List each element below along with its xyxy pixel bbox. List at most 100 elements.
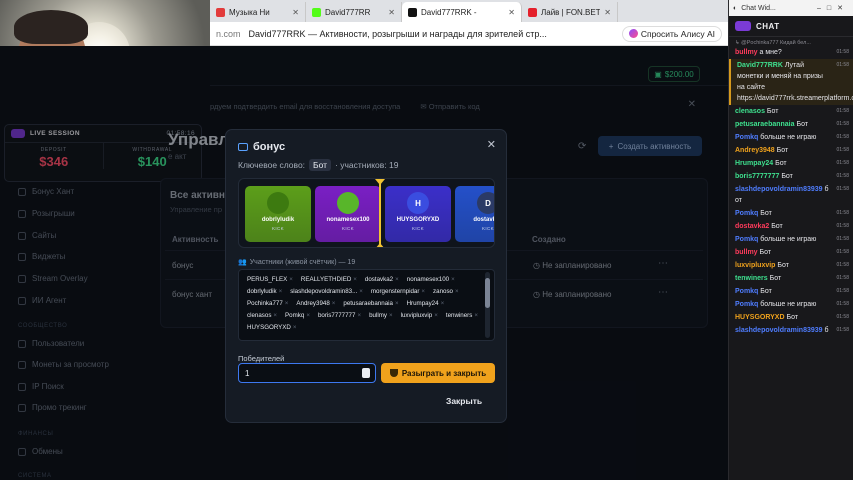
reel-card: dobrlyludik KICK	[245, 186, 311, 242]
participant-chip[interactable]: tenwiners ×	[446, 312, 478, 319]
participant-chip[interactable]: bullmy ×	[369, 312, 393, 319]
chat-username[interactable]: clenasos	[735, 108, 765, 115]
winners-count-input[interactable]: 1	[238, 363, 376, 383]
chat-username[interactable]: Pomkq	[735, 210, 758, 217]
remove-icon[interactable]: ×	[273, 312, 277, 319]
remove-icon[interactable]: ×	[421, 288, 425, 295]
chat-text: а мне?	[759, 49, 782, 56]
chat-username[interactable]: slashdepovoldramin83939	[735, 327, 823, 334]
number-stepper[interactable]	[362, 368, 370, 378]
participant-name: zanoso	[433, 288, 453, 295]
chat-username[interactable]: Hrumpay24	[735, 160, 773, 167]
chat-username[interactable]: Pomkq	[735, 236, 758, 243]
tab-close-icon[interactable]: ✕	[508, 8, 515, 17]
participant-chip[interactable]: petusaraebannaia ×	[343, 300, 398, 307]
browser-tab[interactable]: David777RRK - ✕	[402, 2, 522, 22]
participant-chip[interactable]: dostavka2 ×	[365, 276, 399, 283]
chat-username[interactable]: Andrey3948	[735, 147, 775, 154]
remove-icon[interactable]: ×	[359, 288, 363, 295]
chat-message: dostavka2 Бот 01:58	[729, 220, 853, 233]
modal-close-icon[interactable]: ✕	[487, 138, 496, 151]
chat-username[interactable]: Pomkq	[735, 134, 758, 141]
participant-chip[interactable]: luxvipluxvip ×	[401, 312, 438, 319]
reel-card-name: dobrlyludik	[261, 217, 295, 223]
chat-time: 01:58	[836, 186, 849, 192]
participant-chip[interactable]: clenasos ×	[247, 312, 277, 319]
chat-username[interactable]: slashdepovoldramin83939	[735, 186, 823, 193]
remove-icon[interactable]: ×	[474, 312, 478, 319]
remove-icon[interactable]: ×	[285, 300, 289, 307]
chat-message: bullmy а мне? 01:58	[729, 46, 853, 59]
participant-name: morgensternpidar	[370, 288, 420, 295]
participant-name: dostavka2	[364, 276, 394, 283]
participant-chip[interactable]: PERUS_FLEX ×	[247, 276, 293, 283]
remove-icon[interactable]: ×	[395, 300, 399, 307]
chat-text: Бот	[760, 288, 772, 295]
participant-chip[interactable]: morgensternpidar ×	[371, 288, 425, 295]
browser-tab[interactable]: Музыка Ни ✕	[210, 2, 306, 22]
participant-chip[interactable]: Hrumpay24 ×	[407, 300, 445, 307]
chat-time: 01:58	[836, 275, 849, 281]
remove-icon[interactable]: ×	[357, 312, 361, 319]
tab-close-icon[interactable]: ✕	[604, 8, 611, 17]
participant-chip[interactable]: slashdepovoldramin83... ×	[290, 288, 363, 295]
reel-pointer-top	[375, 179, 385, 185]
participant-chip[interactable]: boris7777777 ×	[318, 312, 361, 319]
chat-window-icon: ◐	[733, 4, 738, 12]
avatar	[337, 192, 359, 214]
chat-username[interactable]: boris7777777	[735, 173, 779, 180]
remove-icon[interactable]: ×	[389, 312, 393, 319]
chat-username[interactable]: tenwiners	[735, 275, 768, 282]
participants-scrollbar[interactable]	[485, 272, 490, 338]
address-bar[interactable]: n.com David777RRK — Активности, розыгрыш…	[210, 22, 728, 46]
scrollbar-thumb[interactable]	[485, 278, 490, 308]
ticket-icon	[238, 143, 248, 151]
trophy-icon	[389, 369, 398, 377]
tab-close-icon[interactable]: ✕	[388, 8, 395, 17]
chat-username[interactable]: dostavka2	[735, 223, 769, 230]
participant-name: Andrey3948	[296, 300, 330, 307]
remove-icon[interactable]: ×	[395, 276, 399, 283]
remove-icon[interactable]: ×	[441, 300, 445, 307]
chat-username[interactable]: luxvipluxvip	[735, 262, 775, 269]
participant-chip[interactable]: REALLYETHDIED ×	[301, 276, 357, 283]
participant-chip[interactable]: nonamesex100 ×	[407, 276, 455, 283]
remove-icon[interactable]: ×	[306, 312, 310, 319]
close-button[interactable]: Закрыть	[446, 396, 482, 406]
reel-card-name: HUYSGORYXD	[396, 217, 440, 223]
chat-username[interactable]: David777RRK	[737, 62, 783, 69]
draw-and-close-button[interactable]: Разыграть и закрыть	[381, 363, 495, 383]
chat-username[interactable]: bullmy	[735, 49, 758, 56]
remove-icon[interactable]: ×	[289, 276, 293, 283]
live-counter-label: Участники (живой счётчик) — 19	[249, 258, 356, 266]
participant-chip[interactable]: Pochinka777 ×	[247, 300, 288, 307]
remove-icon[interactable]: ×	[455, 288, 459, 295]
remove-icon[interactable]: ×	[451, 276, 455, 283]
remove-icon[interactable]: ×	[332, 300, 336, 307]
remove-icon[interactable]: ×	[434, 312, 438, 319]
participant-chip[interactable]: Pomkq ×	[285, 312, 310, 319]
participant-chip[interactable]: dobrlyludik ×	[247, 288, 282, 295]
chat-username[interactable]: HUYSGORYXD	[735, 314, 785, 321]
browser-tab[interactable]: Лайв | FON.BET ✕	[522, 2, 618, 22]
chat-time: 01:58	[836, 236, 849, 242]
window-controls[interactable]: –□✕	[817, 4, 849, 12]
remove-icon[interactable]: ×	[353, 276, 357, 283]
chat-username[interactable]: petusaraebannaia	[735, 121, 795, 128]
participant-chip[interactable]: HUYSGORYXD ×	[247, 324, 297, 331]
participant-chip[interactable]: Andrey3948 ×	[296, 300, 335, 307]
remove-icon[interactable]: ×	[293, 324, 297, 331]
avatar: D	[477, 192, 494, 214]
tab-close-icon[interactable]: ✕	[292, 8, 299, 17]
chat-text: больше не играю	[760, 236, 817, 243]
chat-username[interactable]: bullmy	[735, 249, 758, 256]
ask-alice-button[interactable]: Спросить Алису AI	[621, 25, 722, 42]
chat-username[interactable]: Pomkq	[735, 301, 758, 308]
participant-chip[interactable]: zanoso ×	[433, 288, 459, 295]
raffle-modal: бонус ✕ Ключевое слово: Бот · участников…	[225, 129, 507, 423]
chat-message: slashdepovoldramin83939 б 01:58	[729, 324, 853, 337]
browser-tab[interactable]: David777RR ✕	[306, 2, 402, 22]
ask-alice-label: Спросить Алису AI	[640, 28, 715, 39]
remove-icon[interactable]: ×	[279, 288, 283, 295]
chat-username[interactable]: Pomkq	[735, 288, 758, 295]
